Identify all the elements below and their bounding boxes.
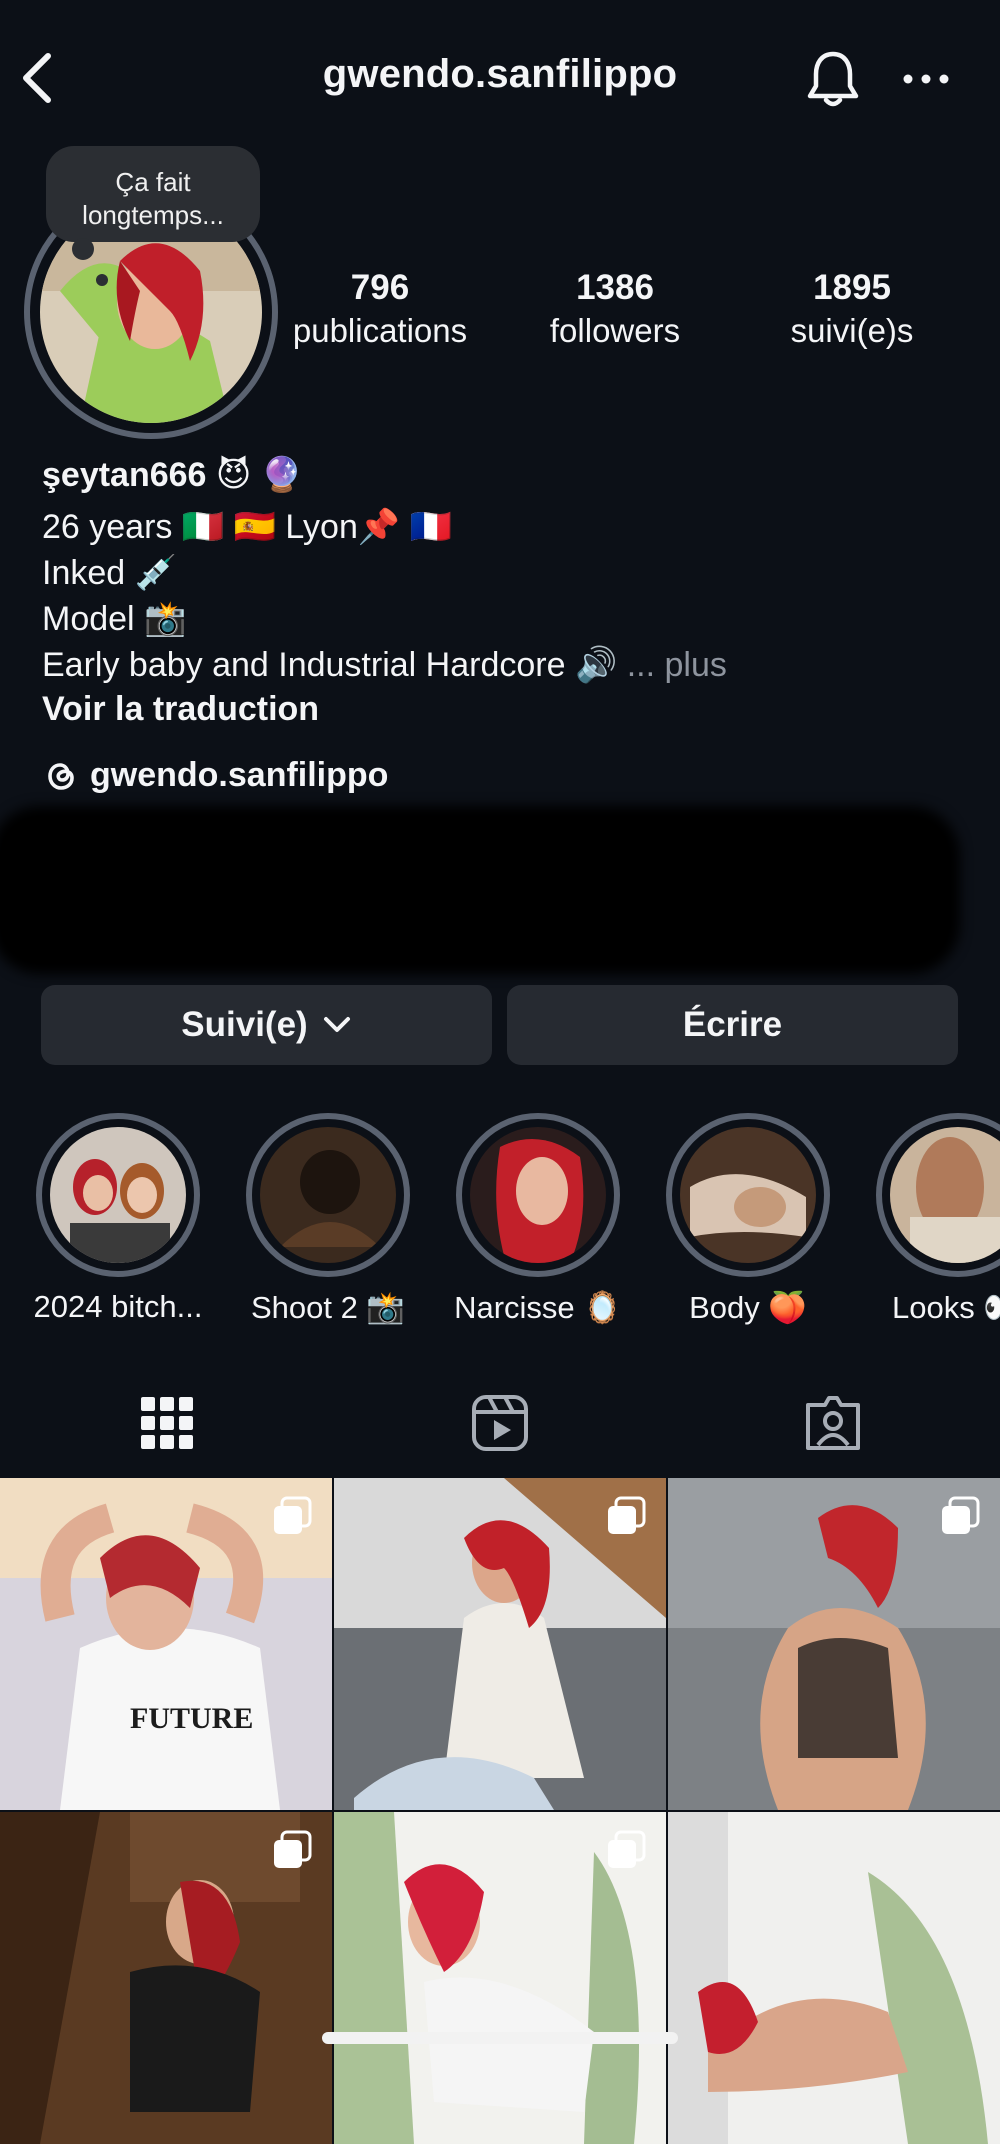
- post-thumbnail[interactable]: [668, 1812, 1000, 2144]
- carousel-icon: [274, 1496, 312, 1534]
- tab-reels[interactable]: [333, 1388, 666, 1458]
- stat-followers[interactable]: 1386 followers: [505, 266, 725, 352]
- bio-line-text: Early baby and Industrial Hardcore 🔊: [42, 646, 618, 684]
- highlight-label: Body 🍑: [689, 1290, 807, 1325]
- highlight-item[interactable]: Looks 👀: [852, 1113, 1000, 1326]
- redacted-region: [0, 806, 960, 974]
- note-bubble-tail-small: [96, 274, 108, 286]
- reels-icon: [471, 1395, 528, 1451]
- post-thumbnail[interactable]: [0, 1812, 332, 2144]
- carousel-icon: [608, 1830, 646, 1868]
- stat-value: 1895: [813, 268, 891, 307]
- bio-line: 26 years 🇮🇹 🇪🇸 Lyon📌 🇫🇷: [42, 508, 452, 546]
- note-bubble[interactable]: Ça fait longtemps...: [46, 146, 260, 242]
- highlight-ring: [36, 1113, 200, 1277]
- highlight-ring: [876, 1113, 1000, 1277]
- highlight-item[interactable]: Shoot 2 📸: [222, 1113, 434, 1326]
- translate-link[interactable]: Voir la traduction: [42, 686, 319, 732]
- stat-value: 796: [350, 268, 410, 307]
- stat-label: suivi(e)s: [790, 312, 914, 349]
- carousel-icon: [942, 1496, 980, 1534]
- threads-icon: [48, 762, 74, 790]
- tab-posts-grid[interactable]: [0, 1388, 333, 1458]
- more-options-icon[interactable]: [902, 66, 950, 92]
- highlight-label: 2024 bitch...: [33, 1289, 203, 1324]
- highlight-label: Narcisse 🪞: [454, 1290, 622, 1325]
- tagged-icon: [805, 1396, 860, 1450]
- note-bubble-tail: [72, 238, 94, 260]
- stat-value: 1386: [576, 268, 654, 307]
- highlight-item[interactable]: Narcisse 🪞: [432, 1113, 644, 1326]
- message-button[interactable]: Écrire: [507, 985, 958, 1065]
- bio-more-link[interactable]: ... plus: [627, 646, 727, 684]
- stat-label: publications: [292, 312, 468, 349]
- threads-link[interactable]: gwendo.sanfilippo: [42, 756, 388, 795]
- stat-publications[interactable]: 796 publications: [270, 266, 490, 352]
- highlight-label: Looks 👀: [892, 1290, 1000, 1325]
- highlight-cover: [890, 1127, 1000, 1263]
- following-label: Suivi(e): [181, 1005, 308, 1044]
- home-indicator: [322, 2032, 678, 2044]
- stat-following[interactable]: 1895 suivi(e)s: [742, 266, 962, 352]
- profile-name: şeytan666 😈 🔮: [42, 456, 304, 494]
- post-image: [668, 1812, 1000, 2144]
- bell-icon[interactable]: [804, 48, 862, 110]
- stat-label: followers: [549, 312, 681, 349]
- post-thumbnail[interactable]: [334, 1812, 666, 2144]
- bio-line-last: Early baby and Industrial Hardcore 🔊 ...…: [42, 642, 727, 688]
- highlight-label: Shoot 2 📸: [250, 1290, 406, 1325]
- tab-tagged[interactable]: [666, 1388, 999, 1458]
- highlight-cover: [470, 1127, 606, 1263]
- highlight-ring: [456, 1113, 620, 1277]
- post-thumbnail[interactable]: [668, 1478, 1000, 1810]
- post-thumbnail[interactable]: FUTURE: [0, 1478, 332, 1810]
- bio-line: Model 📸: [42, 600, 187, 638]
- threads-handle: gwendo.sanfilippo: [90, 756, 389, 794]
- highlight-ring: [666, 1113, 830, 1277]
- highlight-cover: [260, 1127, 396, 1263]
- following-button[interactable]: Suivi(e): [41, 985, 492, 1065]
- carousel-icon: [274, 1830, 312, 1868]
- grid-icon: [140, 1397, 193, 1449]
- highlight-cover: [50, 1127, 186, 1263]
- bio-line: Inked 💉: [42, 554, 177, 592]
- highlight-cover: [680, 1127, 816, 1263]
- highlight-item[interactable]: 2024 bitch...: [12, 1113, 224, 1325]
- carousel-icon: [608, 1496, 646, 1534]
- highlight-ring: [246, 1113, 410, 1277]
- svg-text:FUTURE: FUTURE: [130, 1702, 253, 1735]
- highlight-item[interactable]: Body 🍑: [642, 1113, 854, 1326]
- chevron-down-icon: [323, 1017, 350, 1032]
- post-thumbnail[interactable]: [334, 1478, 666, 1810]
